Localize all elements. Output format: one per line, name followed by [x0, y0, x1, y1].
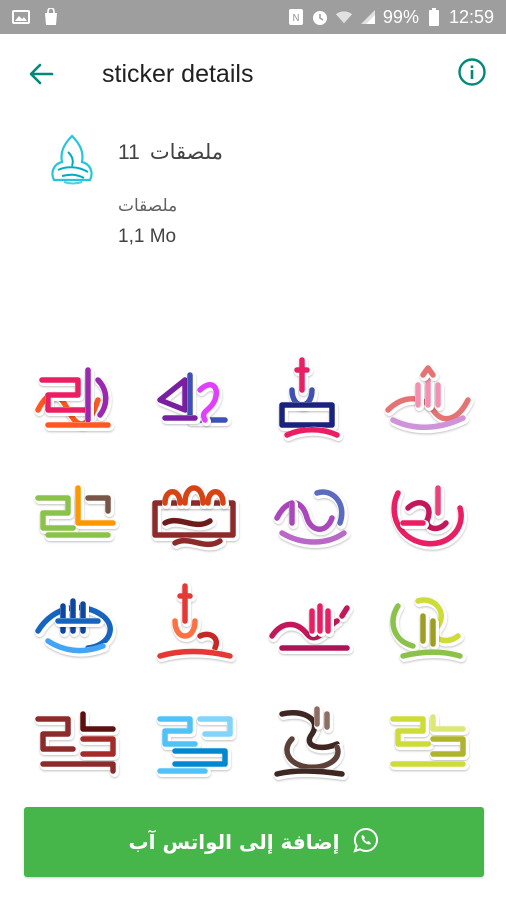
sticker-image [35, 367, 114, 431]
sticker-item[interactable] [262, 463, 360, 559]
info-icon [457, 57, 487, 92]
sticker-image [390, 597, 466, 662]
wifi-icon [335, 8, 353, 26]
app-bar: sticker details [0, 34, 506, 116]
pack-name: ملصقات [149, 141, 224, 164]
sticker-item[interactable] [262, 689, 360, 785]
arrow-left-icon [28, 62, 54, 91]
sticker-image [279, 357, 343, 441]
sticker-image [152, 485, 239, 551]
sticker-image [35, 598, 117, 657]
sticker-item[interactable] [262, 576, 360, 672]
bottom-bar: إضافة إلى الواتس آب [0, 790, 506, 900]
sticker-item[interactable] [28, 350, 126, 446]
alarm-icon [311, 8, 329, 26]
back-button[interactable] [24, 59, 58, 93]
sticker-item[interactable] [145, 576, 243, 672]
sticker-item[interactable] [145, 463, 243, 559]
battery-icon [425, 8, 443, 26]
sticker-image [274, 706, 348, 780]
pack-size: 1,1 Mo [118, 226, 177, 247]
svg-text:N: N [292, 13, 299, 24]
sticker-item[interactable] [262, 350, 360, 446]
add-button-label: إضافة إلى الواتس آب [128, 830, 340, 854]
info-button[interactable] [456, 57, 488, 92]
whatsapp-icon [353, 827, 379, 858]
sticker-item[interactable] [378, 576, 476, 672]
sticker-item[interactable] [378, 350, 476, 446]
sticker-image [157, 583, 236, 662]
add-to-whatsapp-button[interactable]: إضافة إلى الواتس آب [24, 807, 484, 877]
sticker-image [35, 711, 119, 777]
nfc-icon: N [287, 8, 305, 26]
sticker-item[interactable] [28, 689, 126, 785]
sticker-image [157, 372, 231, 426]
clock: 12:59 [448, 6, 494, 27]
status-bar: N 99% 12:59 [0, 0, 506, 34]
sticker-image [157, 716, 236, 777]
sticker-image [391, 485, 468, 550]
sticker-item[interactable] [145, 350, 243, 446]
pack-title-row: 11 ملصقات [118, 140, 223, 165]
shopping-bag-icon [42, 8, 60, 26]
pack-publisher: ملصقات [118, 196, 178, 215]
sticker-image [274, 489, 350, 548]
sticker-item[interactable] [28, 576, 126, 672]
sticker-image [390, 714, 469, 770]
sticker-image [35, 485, 119, 541]
page-title: sticker details [102, 60, 254, 88]
sticker-item[interactable] [378, 463, 476, 559]
sticker-image [385, 365, 474, 434]
sticker-image [269, 603, 353, 654]
signal-icon [359, 8, 377, 26]
pack-count: 11 [118, 141, 140, 164]
sticker-item[interactable] [378, 689, 476, 785]
battery-percent: 99% [382, 6, 419, 27]
pack-tray-icon [44, 132, 100, 188]
sticker-item[interactable] [28, 463, 126, 559]
image-notification-icon [12, 8, 30, 26]
sticker-item[interactable] [145, 689, 243, 785]
